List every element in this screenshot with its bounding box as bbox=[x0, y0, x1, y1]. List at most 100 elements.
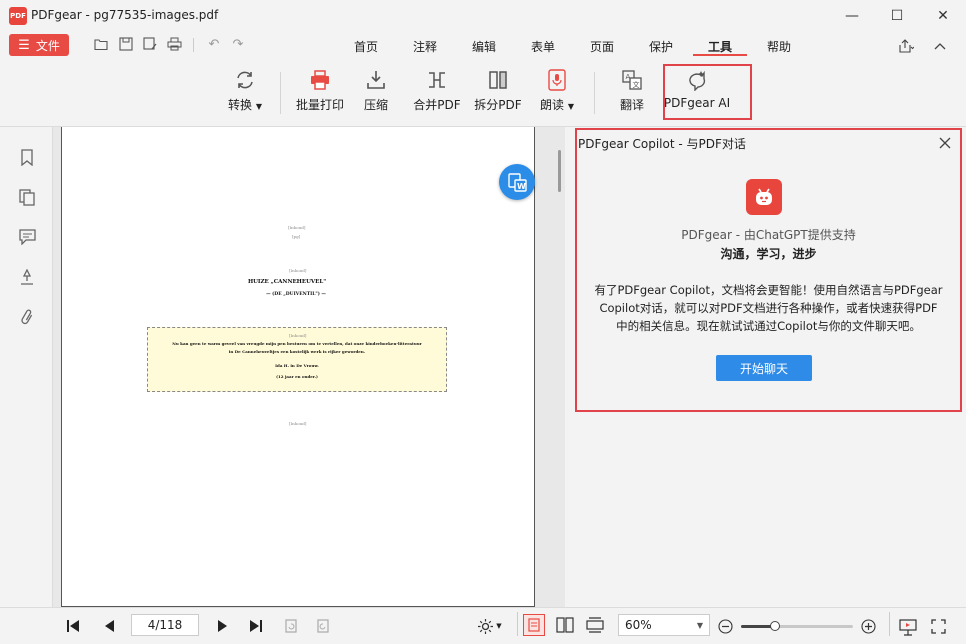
divider bbox=[280, 72, 281, 114]
tool-convert[interactable]: 转换 ▼ bbox=[224, 68, 266, 113]
tool-read-aloud-label: 朗读 bbox=[540, 98, 565, 112]
open-folder-icon[interactable] bbox=[93, 36, 109, 52]
copilot-description: Copilot对话，就可以对PDF文档进行各种操作，或者快速获得PDF bbox=[599, 301, 938, 315]
presentation-icon[interactable] bbox=[898, 617, 918, 637]
page-tag: [Inhoud] bbox=[288, 225, 306, 230]
rotate-left-icon[interactable] bbox=[282, 617, 300, 635]
tool-merge-pdf[interactable]: 合并PDF bbox=[412, 68, 462, 113]
close-panel-button[interactable] bbox=[937, 135, 953, 151]
file-menu-button[interactable]: ☰ 文件 bbox=[9, 34, 69, 56]
zoom-out-icon[interactable] bbox=[716, 617, 734, 635]
zoom-select[interactable]: 60% ▼ bbox=[618, 614, 710, 636]
convert-to-word-button[interactable]: W bbox=[499, 164, 535, 200]
comments-icon[interactable] bbox=[16, 226, 38, 248]
tool-batch-print[interactable]: 批量打印 bbox=[295, 68, 345, 113]
maximize-button[interactable]: ☐ bbox=[874, 0, 920, 32]
share-icon[interactable] bbox=[898, 38, 914, 54]
save-as-icon[interactable] bbox=[142, 36, 158, 52]
svg-text:文: 文 bbox=[633, 80, 640, 89]
chevron-down-icon: ▼ bbox=[696, 620, 703, 630]
close-window-button[interactable]: ✕ bbox=[920, 0, 966, 32]
window-title: PDFgear - pg77535-images.pdf bbox=[31, 8, 219, 22]
minimize-button[interactable]: — bbox=[829, 0, 875, 32]
rotate-right-icon[interactable] bbox=[314, 617, 332, 635]
file-menu-label: 文件 bbox=[35, 38, 60, 53]
last-page-icon[interactable] bbox=[247, 617, 265, 635]
tool-read-aloud[interactable]: 朗读 ▼ bbox=[537, 68, 577, 113]
translate-icon: A文 bbox=[620, 68, 644, 92]
page-tag: [Inhoud] bbox=[289, 268, 307, 273]
first-page-icon[interactable] bbox=[64, 617, 82, 635]
pdfgear-bot-icon bbox=[746, 179, 782, 215]
app-logo: PDF bbox=[9, 7, 27, 25]
convert-icon bbox=[233, 68, 257, 92]
ai-icon bbox=[685, 68, 709, 92]
word-icon: W bbox=[508, 173, 527, 192]
copilot-title: PDFgear Copilot - 与PDF对话 bbox=[578, 137, 746, 151]
quote-line: in De Canneheuveltjes een kostelijk werk… bbox=[228, 349, 366, 354]
tool-pdfgear-ai[interactable]: PDFgear AI bbox=[664, 68, 730, 110]
single-page-view-button[interactable] bbox=[523, 614, 545, 636]
tool-convert-label: 转换 bbox=[228, 98, 253, 112]
divider bbox=[517, 612, 518, 636]
read-aloud-icon bbox=[545, 68, 569, 92]
save-icon[interactable] bbox=[118, 36, 134, 52]
scroll-view-button[interactable] bbox=[584, 614, 606, 636]
batch-print-icon bbox=[308, 68, 332, 92]
attachment-icon[interactable] bbox=[16, 306, 38, 328]
redo-icon[interactable]: ↷ bbox=[230, 36, 246, 52]
tool-translate[interactable]: A文 翻译 bbox=[617, 68, 647, 113]
doc-heading: HUIZE „CANNEHEUVEL" bbox=[247, 279, 327, 285]
zoom-slider[interactable] bbox=[741, 621, 853, 631]
active-tab-indicator bbox=[693, 54, 747, 56]
tool-batch-print-label: 批量打印 bbox=[295, 98, 344, 112]
tool-translate-label: 翻译 bbox=[619, 98, 644, 112]
menu-tab-home[interactable]: 首页 bbox=[354, 38, 378, 55]
tool-split-pdf-label: 拆分PDF bbox=[474, 98, 522, 112]
collapse-ribbon-icon[interactable] bbox=[932, 38, 948, 54]
page-tag: [pg] bbox=[292, 234, 301, 239]
menu-tab-help[interactable]: 帮助 bbox=[767, 38, 791, 55]
thumbnails-icon[interactable] bbox=[16, 186, 38, 208]
zoom-value: 60% bbox=[625, 618, 652, 632]
menu-tab-page[interactable]: 页面 bbox=[590, 38, 614, 55]
dropdown-arrow-icon: ▼ bbox=[255, 102, 262, 111]
bookmark-icon[interactable] bbox=[16, 146, 38, 168]
compress-icon bbox=[364, 68, 388, 92]
print-icon[interactable] bbox=[166, 36, 182, 52]
tool-split-pdf[interactable]: 拆分PDF bbox=[473, 68, 523, 113]
brightness-menu[interactable]: ▼ bbox=[475, 617, 505, 635]
copilot-description: 有了PDFgear Copilot，文档将会更智能！使用自然语言与PDFgear bbox=[594, 283, 943, 297]
menu-tab-tools[interactable]: 工具 bbox=[708, 38, 732, 55]
single-page-icon bbox=[528, 618, 540, 632]
svg-text:W: W bbox=[517, 182, 526, 191]
menu-tab-annotate[interactable]: 注释 bbox=[413, 38, 437, 55]
dropdown-arrow-icon: ▼ bbox=[567, 102, 574, 111]
two-page-icon bbox=[556, 617, 574, 633]
split-pdf-icon bbox=[486, 68, 510, 92]
divider bbox=[889, 612, 890, 636]
two-page-view-button[interactable] bbox=[554, 614, 576, 636]
continuous-scroll-icon bbox=[586, 617, 604, 633]
next-page-icon[interactable] bbox=[214, 617, 232, 635]
menu-tab-form[interactable]: 表单 bbox=[531, 38, 555, 55]
quote-source: Ida H. in De Vrouw. bbox=[275, 363, 319, 368]
close-icon bbox=[939, 137, 951, 149]
zoom-slider-thumb[interactable] bbox=[769, 621, 780, 631]
page-tag: [Inhoud] bbox=[289, 333, 307, 338]
tool-merge-pdf-label: 合并PDF bbox=[413, 98, 461, 112]
tool-compress[interactable]: 压缩 bbox=[360, 68, 392, 113]
page-number-input[interactable]: 4/118 bbox=[131, 614, 199, 636]
quote-line: Nu kan geen te warm geveel van vreugde m… bbox=[172, 341, 422, 346]
doc-scrollbar[interactable] bbox=[558, 150, 561, 192]
hamburger-icon: ☰ bbox=[18, 37, 30, 53]
undo-icon[interactable]: ↶ bbox=[206, 36, 222, 52]
menu-tab-protect[interactable]: 保护 bbox=[649, 38, 673, 55]
copilot-tagline: 沟通，学习，进步 bbox=[720, 247, 817, 261]
menu-tab-edit[interactable]: 编辑 bbox=[472, 38, 496, 55]
zoom-in-icon[interactable] bbox=[859, 617, 877, 635]
signature-icon[interactable] bbox=[16, 266, 38, 288]
fullscreen-icon[interactable] bbox=[929, 617, 947, 635]
previous-page-icon[interactable] bbox=[100, 617, 118, 635]
start-chat-button[interactable]: 开始聊天 bbox=[716, 355, 812, 381]
